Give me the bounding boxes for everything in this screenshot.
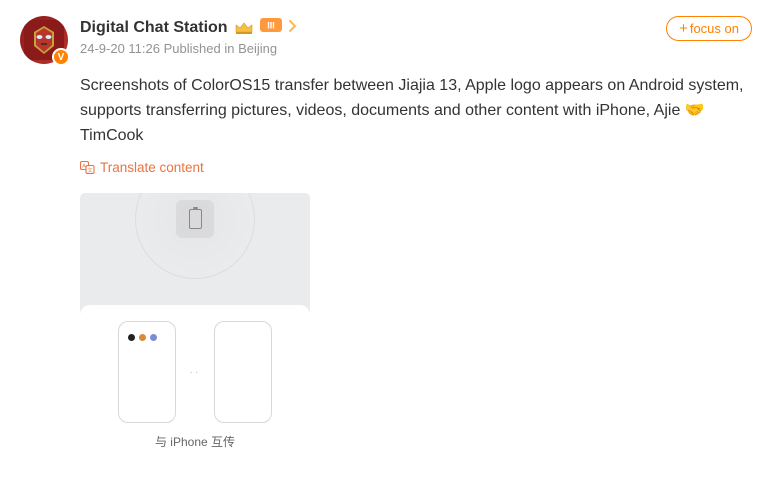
crown-icon xyxy=(234,20,254,36)
phones-row: ·· xyxy=(118,321,273,423)
post-meta: 24-9-20 11:26 Published in Beijing xyxy=(80,41,752,56)
attached-image[interactable]: ·· 与 iPhone 互传 xyxy=(80,193,310,453)
transfer-dots-icon: ·· xyxy=(190,367,201,378)
post-content: Screenshots of ColorOS15 transfer betwee… xyxy=(80,74,752,148)
android-phone-icon xyxy=(118,321,176,423)
plus-icon: + xyxy=(679,21,688,36)
location: Beijing xyxy=(238,41,277,56)
avatar-wrap[interactable]: V xyxy=(20,16,68,64)
header-main: Digital Chat Station III xyxy=(80,16,752,56)
translate-button[interactable]: A 文 Translate content xyxy=(80,160,204,175)
level-badge-icon: III xyxy=(260,18,282,37)
iphone-icon xyxy=(214,321,272,423)
translate-icon: A 文 xyxy=(80,161,95,174)
content-text-before: Screenshots of ColorOS15 transfer betwee… xyxy=(80,77,744,119)
handshake-emoji-icon: 🤝 xyxy=(685,99,705,124)
translate-label: Translate content xyxy=(100,160,204,175)
timestamp: 24-9-20 11:26 xyxy=(80,41,160,56)
camera-dots-icon xyxy=(128,334,157,341)
battery-icon xyxy=(189,209,202,229)
transfer-panel: ·· 与 iPhone 互传 xyxy=(80,305,310,453)
focus-button[interactable]: + focus on xyxy=(666,16,752,41)
username-row: Digital Chat Station III xyxy=(80,18,752,37)
svg-text:A: A xyxy=(82,164,86,170)
image-caption: 与 iPhone 互传 xyxy=(155,433,235,450)
content-text-after: TimCook xyxy=(80,127,143,144)
published-label: Published in xyxy=(164,41,235,56)
svg-text:文: 文 xyxy=(87,167,92,174)
radar-center-icon xyxy=(176,200,214,238)
username[interactable]: Digital Chat Station xyxy=(80,19,228,37)
verified-badge-icon: V xyxy=(52,48,70,66)
focus-label: focus on xyxy=(690,21,739,36)
chevron-right-icon xyxy=(288,19,296,37)
social-post: V Digital Chat Station III xyxy=(0,0,772,469)
post-header: V Digital Chat Station III xyxy=(20,16,752,64)
radar-graphic-icon xyxy=(135,193,255,279)
svg-text:III: III xyxy=(267,21,275,31)
